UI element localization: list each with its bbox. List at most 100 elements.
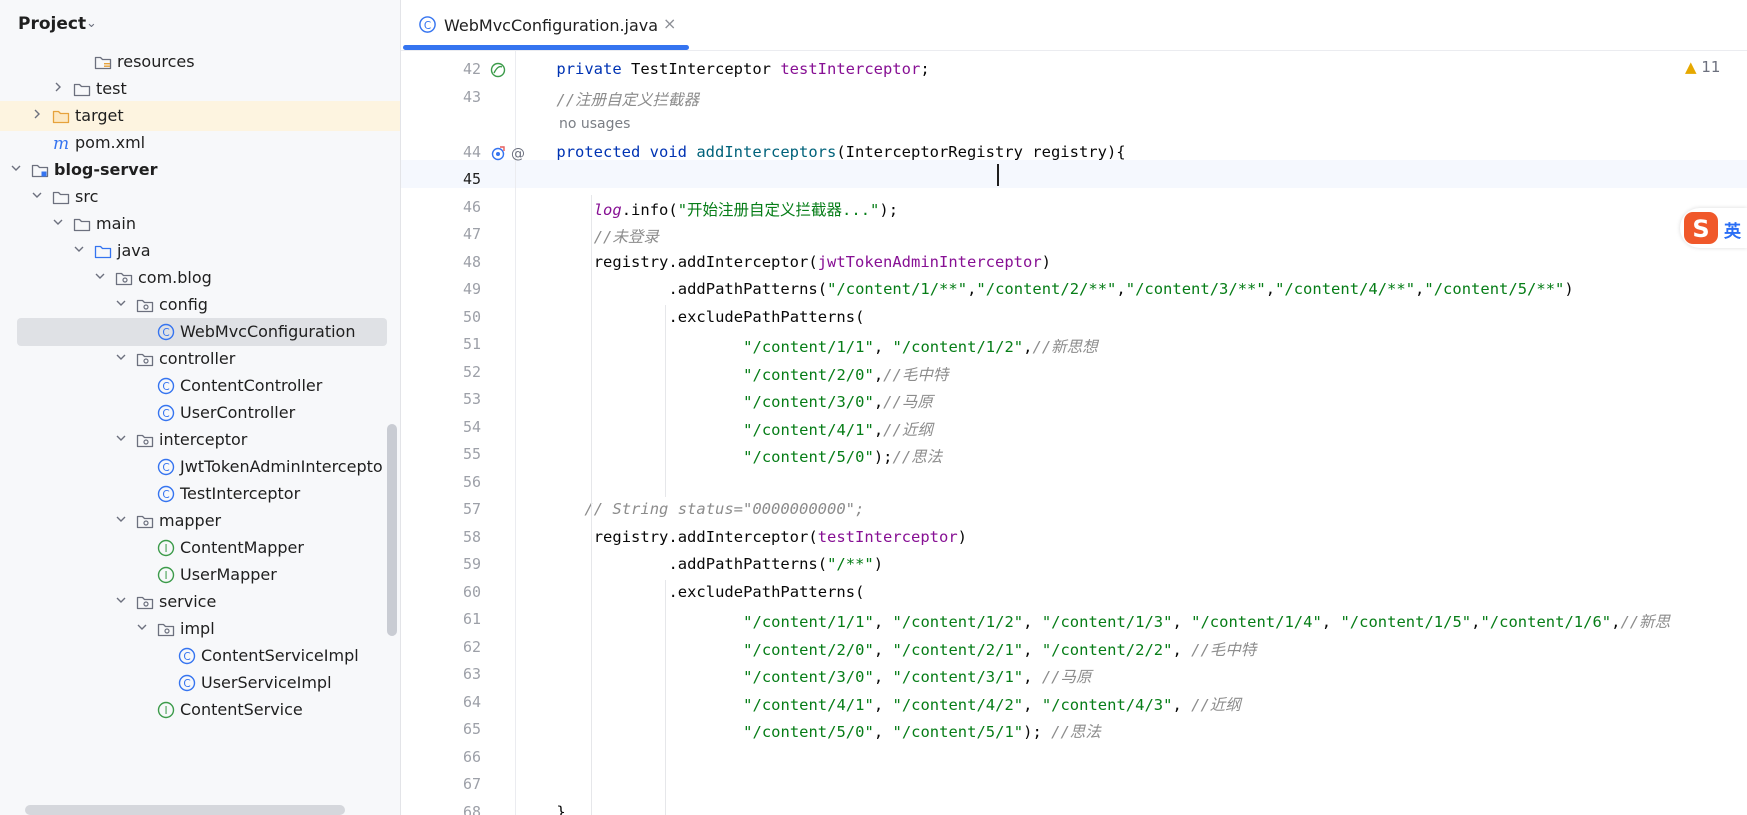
code-line[interactable]: "/content/1/1", "/content/1/2",//新思想 bbox=[743, 335, 1098, 357]
tree-item-config[interactable]: config bbox=[0, 290, 400, 320]
ime-indicator[interactable]: S 英 bbox=[1680, 208, 1747, 248]
tree-item-service[interactable]: service bbox=[0, 587, 400, 617]
code-line[interactable]: "/content/3/0",//马原 bbox=[743, 390, 933, 412]
tree-item-contentserviceimpl[interactable]: C ContentServiceImpl bbox=[0, 641, 400, 671]
tree-item-contentmapper[interactable]: I ContentMapper bbox=[0, 533, 400, 563]
tree-item-usercontroller[interactable]: C UserController bbox=[0, 398, 400, 428]
close-icon[interactable]: × bbox=[663, 14, 676, 33]
line-number: 68 bbox=[462, 802, 481, 815]
tree-item-impl[interactable]: impl bbox=[0, 614, 400, 644]
package-icon bbox=[114, 268, 134, 288]
tree-item-test[interactable]: test bbox=[0, 74, 400, 104]
tree-item-testinterceptor[interactable]: C TestInterceptor bbox=[0, 479, 400, 509]
tree-item-resources[interactable]: resources bbox=[0, 47, 400, 77]
tree-item-java[interactable]: java bbox=[0, 236, 400, 266]
code-line[interactable]: //未登录 bbox=[594, 225, 659, 247]
code-token: //毛中特 bbox=[1191, 640, 1257, 659]
code-line[interactable]: //注册自定义拦截器 bbox=[556, 88, 699, 110]
class-icon: C bbox=[177, 646, 197, 666]
project-panel: Project ⌄ resources test target m pom.xml blo… bbox=[0, 0, 401, 815]
code-token: "/content/1/4" bbox=[1191, 613, 1322, 631]
code-line[interactable]: "/content/2/0", "/content/2/1", "/conten… bbox=[743, 638, 1256, 660]
chevron-down-icon[interactable]: ⌄ bbox=[86, 16, 97, 31]
chevron-down-icon[interactable] bbox=[10, 162, 22, 174]
chevron-right-icon[interactable] bbox=[31, 108, 43, 120]
tree-item-controller[interactable]: controller bbox=[0, 344, 400, 374]
editor-tab[interactable]: C WebMvcConfiguration.java × bbox=[401, 0, 689, 50]
chevron-down-icon[interactable] bbox=[115, 297, 127, 309]
tree-item-jwttokenadminintercepto[interactable]: C JwtTokenAdminIntercepto bbox=[0, 452, 400, 482]
project-panel-header[interactable]: Project ⌄ bbox=[0, 0, 400, 50]
code-line[interactable]: // String status="0000000000"; bbox=[584, 500, 864, 518]
usages-inlay-hint[interactable]: no usages bbox=[559, 116, 630, 132]
code-token: , bbox=[1265, 280, 1276, 298]
chevron-right-icon[interactable] bbox=[52, 81, 64, 93]
code-token: , bbox=[873, 640, 893, 659]
chevron-down-icon[interactable] bbox=[52, 216, 64, 228]
code-line[interactable]: .addPathPatterns("/**") bbox=[668, 555, 883, 573]
tree-horizontal-scrollbar[interactable] bbox=[25, 805, 345, 815]
tree-scrollbar[interactable] bbox=[387, 424, 397, 636]
svg-text:C: C bbox=[162, 489, 169, 501]
code-line[interactable]: .addPathPatterns("/content/1/**","/conte… bbox=[668, 280, 1573, 298]
code-line[interactable]: "/content/5/0");//思法 bbox=[743, 445, 942, 467]
annotation-icon[interactable]: @ bbox=[509, 144, 527, 162]
code-line[interactable]: private TestInterceptor testInterceptor; bbox=[556, 60, 929, 78]
folder-icon bbox=[51, 187, 71, 207]
project-panel-title[interactable]: Project bbox=[18, 14, 86, 34]
chevron-down-icon[interactable] bbox=[94, 270, 106, 282]
resources-folder-icon bbox=[93, 52, 113, 72]
code-token: "/content/5/**" bbox=[1424, 280, 1565, 298]
tree-item-userserviceimpl[interactable]: C UserServiceImpl bbox=[0, 668, 400, 698]
chevron-down-icon[interactable] bbox=[136, 621, 148, 633]
code-line[interactable]: protected void addInterceptors(Intercept… bbox=[556, 143, 1125, 161]
tree-item-interceptor[interactable]: interceptor bbox=[0, 425, 400, 455]
source-folder-icon bbox=[93, 241, 113, 261]
code-line[interactable]: } bbox=[556, 803, 565, 815]
code-line[interactable]: .excludePathPatterns( bbox=[668, 583, 864, 601]
code-token: ); bbox=[1023, 723, 1052, 741]
code-token: ) bbox=[873, 555, 884, 573]
override-method-icon[interactable] bbox=[489, 144, 507, 162]
tree-item-pom-xml[interactable]: m pom.xml bbox=[0, 128, 400, 158]
tree-item-main[interactable]: main bbox=[0, 209, 400, 239]
tree-item-mapper[interactable]: mapper bbox=[0, 506, 400, 536]
chevron-down-icon[interactable] bbox=[115, 432, 127, 444]
tree-item-label: ContentMapper bbox=[180, 538, 304, 557]
spring-bean-icon[interactable] bbox=[489, 61, 507, 79]
tree-item-webmvcconfiguration[interactable]: C WebMvcConfiguration bbox=[0, 317, 400, 347]
tree-item-com-blog[interactable]: com.blog bbox=[0, 263, 400, 293]
code-line[interactable]: "/content/3/0", "/content/3/1", //马原 bbox=[743, 665, 1091, 687]
chevron-down-icon[interactable] bbox=[31, 189, 43, 201]
tree-item-usermapper[interactable]: I UserMapper bbox=[0, 560, 400, 590]
tree-item-target[interactable]: target bbox=[0, 101, 400, 131]
code-line[interactable]: "/content/5/0", "/content/5/1"); //思法 bbox=[743, 720, 1101, 742]
code-token: "/content/2/2" bbox=[1041, 640, 1173, 659]
code-line[interactable]: registry.addInterceptor(jwtTokenAdminInt… bbox=[594, 253, 1051, 271]
code-editor[interactable]: 42 private TestInterceptor testIntercepto… bbox=[401, 51, 1747, 815]
tree-item-contentservice[interactable]: I ContentService bbox=[0, 695, 400, 725]
code-token: "/content/5/0" bbox=[743, 448, 874, 466]
warnings-indicator[interactable]: ▲ 11 bbox=[1685, 58, 1720, 76]
code-line[interactable]: .excludePathPatterns( bbox=[668, 308, 864, 326]
tree-item-src[interactable]: src bbox=[0, 182, 400, 212]
code-line[interactable]: "/content/2/0",//毛中特 bbox=[743, 363, 948, 385]
tree-item-blog-server[interactable]: blog-server bbox=[0, 155, 400, 185]
code-line[interactable]: log.info("开始注册自定义拦截器..."); bbox=[594, 198, 898, 220]
code-line[interactable]: registry.addInterceptor(testInterceptor) bbox=[594, 528, 967, 546]
code-line[interactable]: "/content/1/1", "/content/1/2", "/conten… bbox=[743, 610, 1670, 632]
code-token: "/content/1/**" bbox=[827, 280, 968, 298]
code-token: , bbox=[873, 393, 884, 411]
chevron-down-icon[interactable] bbox=[115, 594, 127, 606]
chevron-down-icon[interactable] bbox=[73, 243, 85, 255]
chevron-down-icon[interactable] bbox=[115, 351, 127, 363]
tree-item-contentcontroller[interactable]: C ContentController bbox=[0, 371, 400, 401]
code-line[interactable]: "/content/4/1", "/content/4/2", "/conten… bbox=[743, 693, 1241, 715]
active-tab-indicator bbox=[403, 45, 689, 50]
code-line[interactable]: "/content/4/1",//近纲 bbox=[743, 418, 933, 440]
tree-item-label: UserServiceImpl bbox=[201, 673, 332, 692]
code-token: TestInterceptor bbox=[631, 60, 781, 78]
line-number: 48 bbox=[462, 252, 481, 271]
code-token: , bbox=[1116, 280, 1126, 298]
chevron-down-icon[interactable] bbox=[115, 513, 127, 525]
